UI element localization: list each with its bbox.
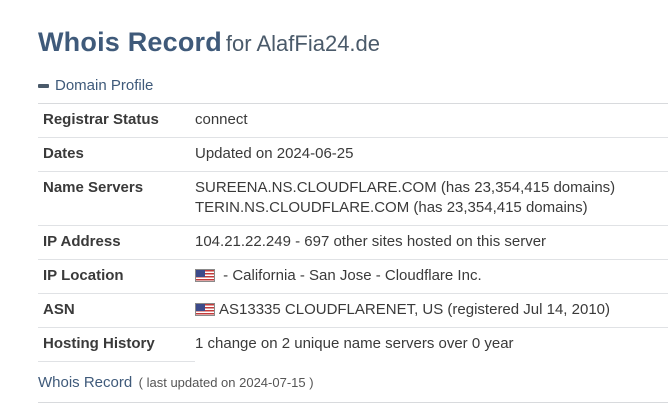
row-value: - California - San Jose - Cloudflare Inc… — [195, 259, 668, 294]
page-title-main: Whois Record — [38, 27, 222, 57]
row-value: Updated on 2024-06-25 — [195, 137, 668, 172]
last-updated-note: ( last updated on 2024-07-15 ) — [138, 375, 314, 390]
row-label: Dates — [38, 137, 195, 172]
row-value: connect — [195, 104, 668, 138]
row-value: SUREENA.NS.CLOUDFLARE.COM (has 23,354,41… — [195, 171, 668, 226]
row-value: AS13335 CLOUDFLARENET, US (registered Ju… — [195, 293, 668, 328]
table-row-ip-address: IP Address 104.21.22.249 - 697 other sit… — [38, 225, 668, 260]
table-row-registrar-status: Registrar Status connect — [38, 104, 668, 138]
table-row-hosting-history: Hosting History 1 change on 2 unique nam… — [38, 327, 668, 362]
minus-icon[interactable] — [38, 83, 49, 88]
row-label: Registrar Status — [38, 104, 195, 138]
whois-page: Whois Record for AlafFia24.de Domain Prof… — [0, 0, 668, 403]
domain-profile-table: Registrar Status connect Dates Updated o… — [38, 104, 668, 362]
whois-record-link[interactable]: Whois Record — [38, 374, 132, 391]
table-row-dates: Dates Updated on 2024-06-25 — [38, 137, 668, 172]
row-label: Name Servers — [38, 171, 195, 226]
table-row-ip-location: IP Location - California - San Jose - Cl… — [38, 259, 668, 294]
row-label: IP Location — [38, 259, 195, 294]
table-row-asn: ASN AS13335 CLOUDFLARENET, US (registere… — [38, 293, 668, 328]
page-title: Whois Record for AlafFia24.de — [38, 22, 380, 59]
domain-profile-label[interactable]: Domain Profile — [55, 77, 153, 94]
whois-record-heading: Whois Record ( last updated on 2024-07-1… — [38, 374, 314, 392]
us-flag-icon — [195, 269, 215, 282]
table-row-name-servers: Name Servers SUREENA.NS.CLOUDFLARE.COM (… — [38, 171, 668, 226]
row-label: Hosting History — [38, 327, 195, 362]
domain-profile-toggle[interactable]: Domain Profile — [38, 77, 153, 94]
row-value: 1 change on 2 unique name servers over 0… — [195, 335, 514, 352]
name-server-1: SUREENA.NS.CLOUDFLARE.COM (has 23,354,41… — [195, 179, 616, 196]
row-label: IP Address — [38, 225, 195, 260]
name-server-2: TERIN.NS.CLOUDFLARE.COM (has 23,354,415 … — [195, 199, 588, 216]
page-title-domain: for AlafFia24.de — [225, 31, 381, 56]
row-value: 104.21.22.249 - 697 other sites hosted o… — [195, 225, 668, 260]
asn-text: AS13335 CLOUDFLARENET, US (registered Ju… — [219, 301, 611, 318]
us-flag-icon — [195, 303, 215, 316]
row-label: ASN — [38, 293, 195, 328]
ip-location-text: - California - San Jose - Cloudflare Inc… — [219, 267, 482, 284]
